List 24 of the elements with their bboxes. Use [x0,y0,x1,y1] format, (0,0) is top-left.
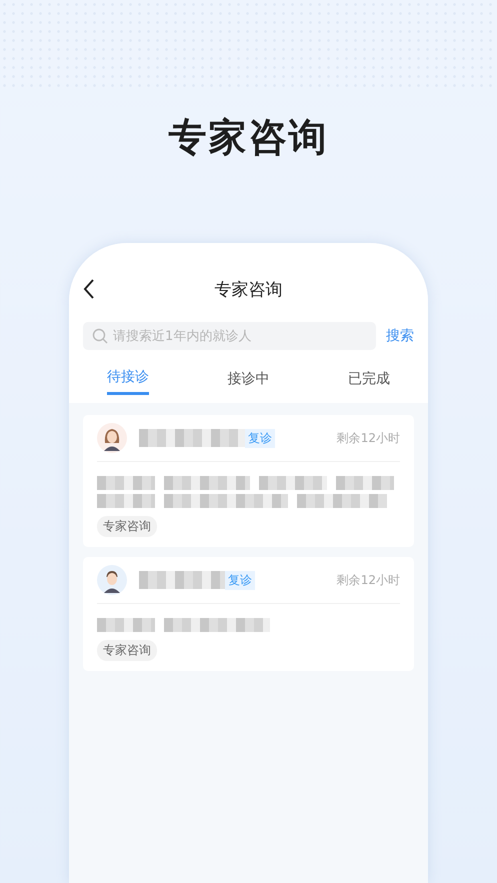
consultation-card[interactable]: 复诊 剩余12小时 专家咨询 [83,557,414,671]
consultation-tag: 专家咨询 [97,640,157,661]
search-button[interactable]: 搜索 [386,327,414,345]
tab[interactable]: 待接诊 [107,364,149,395]
consultation-tag: 专家咨询 [97,516,157,537]
search-icon [92,328,108,344]
remaining-time: 剩余12小时 [336,572,400,588]
consultation-card[interactable]: 复诊 剩余12小时 专家咨询 [83,415,414,547]
blurred-text [97,476,155,490]
avatar-icon [97,565,127,595]
blurred-text [259,476,327,490]
remaining-time: 剩余12小时 [336,430,400,446]
tab[interactable]: 接诊中 [228,364,270,395]
revisit-badge: 复诊 [245,428,275,448]
blurred-text [97,494,155,508]
revisit-badge: 复诊 [225,570,255,590]
screen-title: 专家咨询 [214,278,282,300]
avatar-icon [97,423,127,453]
headline: 专家咨询 [168,114,328,161]
tab[interactable]: 已完成 [348,364,390,395]
search-field[interactable]: 请搜索近1年内的就诊人 [83,322,376,350]
blurred-text [336,476,394,490]
back-icon[interactable] [83,279,95,299]
blurred-text [97,618,155,632]
